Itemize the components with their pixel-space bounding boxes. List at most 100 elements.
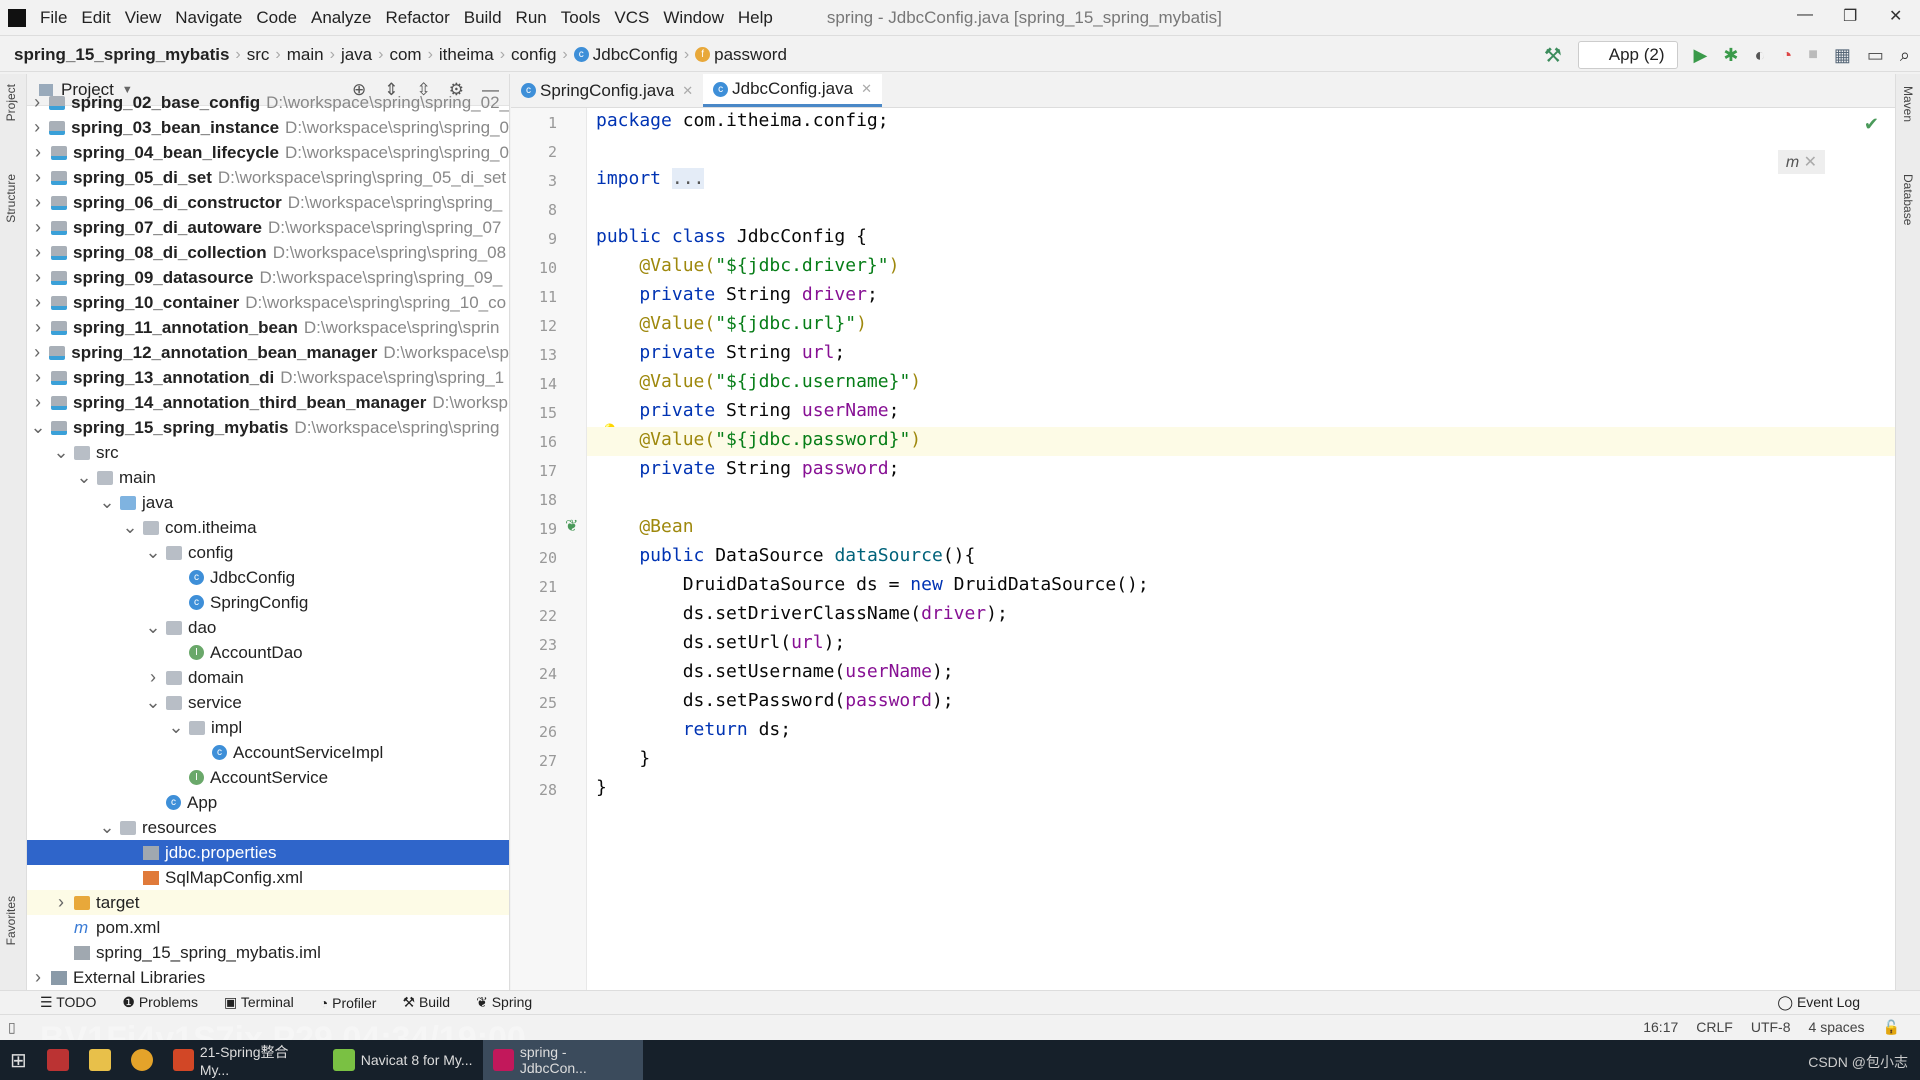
tree-item[interactable]: › External Libraries	[27, 965, 509, 990]
maven-reload-icon[interactable]: m ✕	[1777, 150, 1825, 174]
chevron-right-icon[interactable]: ›	[29, 292, 47, 313]
menu-build[interactable]: Build	[464, 8, 502, 28]
structure-tool-tab[interactable]: Structure	[4, 174, 18, 223]
tab-springconfig-java[interactable]: c SpringConfig.java ✕	[511, 74, 703, 107]
breadcrumb-item[interactable]: spring_15_spring_mybatis	[14, 45, 229, 65]
breadcrumb-item[interactable]: JdbcConfig	[593, 45, 678, 65]
tree-item[interactable]: › domain	[27, 665, 509, 690]
spring-bean-gutter-icon[interactable]: ❦	[565, 516, 578, 536]
tree-item[interactable]: I AccountDao	[27, 640, 509, 665]
chevron-right-icon[interactable]: ›	[29, 342, 45, 363]
line-separator[interactable]: CRLF	[1696, 1019, 1733, 1036]
close-tab-icon[interactable]: ✕	[861, 81, 872, 97]
windows-start-icon[interactable]: ⊞	[0, 1040, 37, 1080]
breadcrumb-item[interactable]: config	[511, 45, 556, 65]
close-button[interactable]: ✕	[1889, 6, 1902, 26]
chevron-down-icon[interactable]: ⌄	[144, 617, 162, 638]
tree-item[interactable]: SqlMapConfig.xml	[27, 865, 509, 890]
tree-item[interactable]: ⌄ resources	[27, 815, 509, 840]
taskbar-app[interactable]: Navicat 8 for My...	[323, 1040, 483, 1080]
chevron-right-icon[interactable]: ›	[29, 92, 45, 113]
code-editor[interactable]: 1 2 3 8 9 10 11 12 13 14 15 16 17 18 19 20 21 22 23 24 25 26 2…	[511, 108, 1895, 990]
tab-jdbcconfig-java[interactable]: c JdbcConfig.java ✕	[703, 74, 882, 107]
breadcrumb-item[interactable]: main	[287, 45, 324, 65]
chevron-right-icon[interactable]: ›	[29, 192, 47, 213]
app-icon[interactable]	[37, 1040, 79, 1080]
tree-item[interactable]: ⌄ main	[27, 465, 509, 490]
menu-window[interactable]: Window	[663, 8, 723, 28]
menu-help[interactable]: Help	[738, 8, 773, 28]
menu-file[interactable]: File	[40, 8, 67, 28]
debug-icon[interactable]: ✱	[1723, 45, 1738, 66]
chevron-down-icon[interactable]: ⌄	[98, 817, 116, 838]
build-hammer-icon[interactable]: ⚒	[1544, 43, 1562, 68]
project-tool-tab[interactable]: Project	[4, 84, 18, 121]
favorites-tool-tab[interactable]: Favorites	[4, 896, 18, 945]
tree-item[interactable]: c App	[27, 790, 509, 815]
event-log-button[interactable]: ◯ Event Log	[1777, 994, 1860, 1011]
close-tab-icon[interactable]: ✕	[682, 83, 693, 99]
breadcrumb-item[interactable]: com	[389, 45, 421, 65]
chevron-right-icon[interactable]: ›	[29, 267, 47, 288]
file-encoding[interactable]: UTF-8	[1751, 1019, 1791, 1036]
tree-module[interactable]: › spring_14_annotation_third_bean_manager…	[27, 390, 509, 415]
chevron-down-icon[interactable]: ⌄	[121, 517, 139, 538]
menu-code[interactable]: Code	[256, 8, 297, 28]
indent-setting[interactable]: 4 spaces	[1809, 1019, 1865, 1036]
run-config-select[interactable]: App (2)	[1577, 41, 1678, 69]
chrome-icon[interactable]	[121, 1040, 163, 1080]
chevron-right-icon[interactable]: ›	[29, 167, 47, 188]
tree-module[interactable]: › spring_11_annotation_bean D:\workspace\s…	[27, 315, 509, 340]
tree-item[interactable]: c JdbcConfig	[27, 565, 509, 590]
chevron-right-icon[interactable]: ›	[52, 892, 70, 913]
restore-button[interactable]: ❐	[1843, 6, 1857, 26]
tree-item[interactable]: c AccountServiceImpl	[27, 740, 509, 765]
tool-todo[interactable]: ☰ TODO	[40, 994, 96, 1011]
chevron-right-icon[interactable]: ›	[144, 667, 162, 688]
tree-module[interactable]: › spring_04_bean_lifecycle D:\workspace\sp…	[27, 140, 509, 165]
menu-edit[interactable]: Edit	[81, 8, 110, 28]
maven-tool-tab[interactable]: Maven	[1901, 86, 1915, 122]
tree-module[interactable]: › spring_07_di_autoware D:\workspace\sprin…	[27, 215, 509, 240]
tree-module[interactable]: › spring_10_container D:\workspace\spring\…	[27, 290, 509, 315]
menu-navigate[interactable]: Navigate	[175, 8, 242, 28]
tree-item[interactable]: ⌄ com.itheima	[27, 515, 509, 540]
tool-build[interactable]: ⚒ Build	[402, 994, 450, 1011]
tree-module[interactable]: › spring_06_di_constructor D:\workspace\sp…	[27, 190, 509, 215]
chevron-right-icon[interactable]: ›	[29, 217, 47, 238]
tree-item[interactable]: ⌄ src	[27, 440, 509, 465]
chevron-right-icon[interactable]: ›	[29, 392, 47, 413]
tree-module[interactable]: › spring_13_annotation_di D:\workspace\spr…	[27, 365, 509, 390]
tree-item[interactable]: spring_15_spring_mybatis.iml	[27, 940, 509, 965]
tree-item[interactable]: m pom.xml	[27, 915, 509, 940]
toggle-panels-icon[interactable]: ▯	[8, 1019, 16, 1036]
minimize-button[interactable]: —	[1797, 6, 1813, 24]
chevron-right-icon[interactable]: ›	[29, 117, 45, 138]
tree-item[interactable]: c SpringConfig	[27, 590, 509, 615]
menu-vcs[interactable]: VCS	[614, 8, 649, 28]
chevron-down-icon[interactable]: ⌄	[75, 467, 93, 488]
project-structure-icon[interactable]: ▦	[1834, 45, 1851, 66]
breadcrumb-item[interactable]: src	[247, 45, 270, 65]
breadcrumb-item[interactable]: itheima	[439, 45, 494, 65]
run-icon[interactable]: ▶	[1694, 45, 1708, 66]
tree-item[interactable]: ⌄ config	[27, 540, 509, 565]
tree-item[interactable]: ⌄ impl	[27, 715, 509, 740]
tool-spring[interactable]: ❦ Spring	[476, 994, 532, 1011]
caret-position[interactable]: 16:17	[1643, 1019, 1678, 1036]
menu-view[interactable]: View	[125, 8, 162, 28]
database-tool-tab[interactable]: Database	[1901, 174, 1915, 225]
tree-module[interactable]: › spring_05_di_set D:\workspace\spring\spr…	[27, 165, 509, 190]
taskbar-app[interactable]: 21-Spring整合My...	[163, 1040, 323, 1080]
chevron-down-icon[interactable]: ⌄	[167, 717, 185, 738]
coverage-icon[interactable]: ◐	[1754, 45, 1765, 66]
chevron-right-icon[interactable]: ›	[29, 242, 47, 263]
chevron-right-icon[interactable]: ›	[29, 367, 47, 388]
menu-tools[interactable]: Tools	[561, 8, 601, 28]
tool-profiler[interactable]: ◔ Profiler	[320, 995, 377, 1011]
lock-icon[interactable]: 🔓	[1883, 1019, 1900, 1036]
terminal-window-icon[interactable]: ▭	[1867, 45, 1884, 66]
tree-module[interactable]: › spring_02_base_config D:\workspace\sprin…	[27, 90, 509, 115]
profile-icon[interactable]: ◔	[1781, 45, 1792, 66]
tree-module[interactable]: › spring_09_datasource D:\workspace\spring…	[27, 265, 509, 290]
